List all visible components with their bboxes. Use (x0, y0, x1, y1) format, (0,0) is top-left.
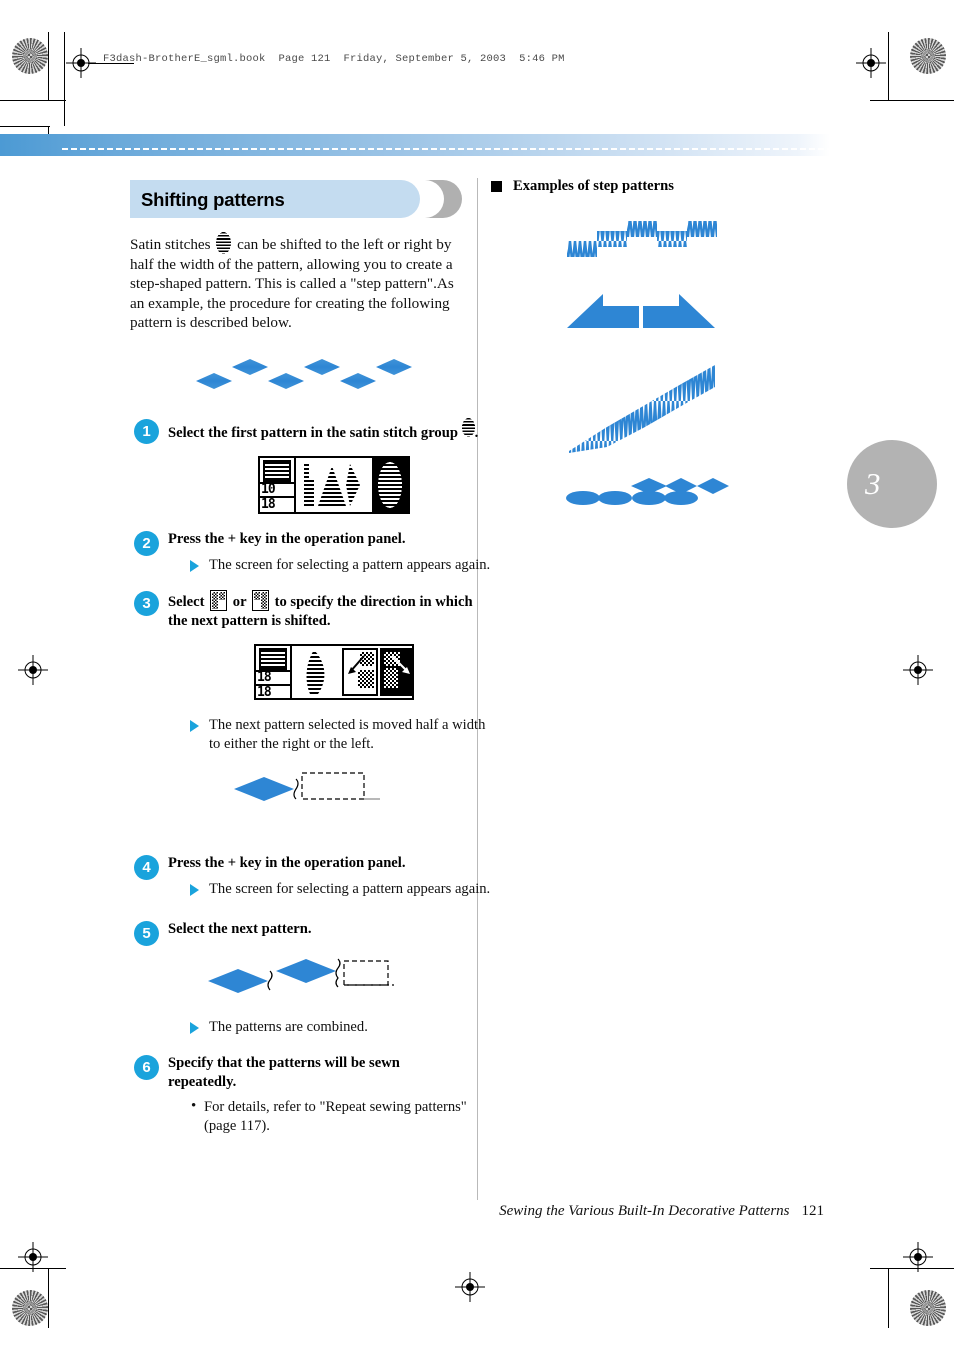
page-title: Shifting patterns (141, 189, 285, 210)
intro-text-before: Satin stitches (130, 236, 211, 253)
crop-mark-h1 (0, 100, 66, 101)
registration-target-left-middle (18, 655, 48, 685)
crop-mark-h3 (870, 100, 954, 101)
lcd-1-number-bottom: 18 (261, 497, 276, 513)
step-6-note: For details, refer to "Repeat sewing pat… (190, 1097, 496, 1135)
lcd-1-selected-shape (378, 462, 402, 509)
registration-target-bottom-center (455, 1272, 485, 1302)
page-footer: Sewing the Various Built-In Decorative P… (0, 1203, 824, 1220)
step-3-number: 3 (134, 591, 159, 617)
step-2: 2 Press the + key in the operation panel… (130, 530, 490, 574)
lcd-screen-2: 18 18 (254, 644, 414, 701)
lcd-1-selected-cell (372, 458, 408, 513)
top-band-dashed-line (62, 148, 830, 150)
result-triangle-icon (190, 1021, 199, 1034)
example-staircase-zigzag (565, 217, 789, 270)
lcd-2-selected-thumb (259, 648, 287, 671)
step-6-number: 6 (134, 1055, 159, 1081)
step-1: 1 Select the first pattern in the satin … (130, 417, 478, 515)
top-blue-band (0, 134, 830, 156)
example-diamond-oval-step (565, 472, 789, 513)
step-3-result: The next pattern selected is moved half … (190, 716, 491, 753)
step-1-title-text: Select the first pattern in the satin st… (168, 424, 458, 441)
crop-mark-h5 (870, 1268, 954, 1269)
shift-illustration-combined (206, 953, 478, 1002)
step-4: 4 Press the + key in the operation panel… (130, 854, 490, 898)
example-triangle-step (565, 286, 789, 337)
step-4-result-text: The screen for selecting a pattern appea… (209, 880, 491, 897)
crop-mark-h2 (0, 126, 50, 127)
shift-left-icon[interactable] (210, 590, 228, 612)
lcd-2-shift-left-option[interactable] (342, 648, 378, 697)
result-triangle-icon (190, 720, 199, 733)
step-3-title-part2: or (232, 594, 247, 611)
lcd-1-pattern-group (304, 464, 360, 507)
registration-target-right-middle (903, 655, 933, 685)
section-heading: Shifting patterns (130, 180, 462, 218)
chapter-tab-number: 3 (865, 466, 881, 501)
step-6-title: Specify that the patterns will be sewn r… (168, 1055, 400, 1090)
step-5: 5 Select the next pattern. The patterns … (130, 920, 478, 1036)
registration-target-top-right (856, 48, 886, 78)
examples-heading-text: Examples of step patterns (513, 178, 674, 194)
step-3-title-part1: Select (168, 594, 205, 611)
example-diagonal-ascending (565, 361, 789, 462)
step-5-title: Select the next pattern. (168, 921, 312, 938)
crop-mark-h4 (0, 1268, 66, 1269)
lcd-2-pattern-leaf (306, 650, 325, 695)
lcd-2-number-top: 18 (257, 670, 272, 686)
registration-circle-bottom-left (12, 1290, 48, 1326)
step-2-result-text: The screen for selecting a pattern appea… (209, 556, 491, 573)
step-4-result: The screen for selecting a pattern appea… (190, 880, 491, 899)
step-pattern-illustration (190, 349, 478, 402)
examples-heading: Examples of step patterns (489, 177, 789, 195)
satin-stitch-icon (216, 232, 232, 254)
step-3-result-text: The next pattern selected is moved half … (209, 717, 486, 752)
result-triangle-icon (190, 883, 199, 896)
shift-illustration-single (230, 767, 478, 816)
result-triangle-icon (190, 559, 199, 572)
step-3-title: Select or to specify the direction in wh… (168, 590, 488, 630)
file-header-text: F3dash-BrotherE_sgml.book Page 121 Frida… (103, 53, 565, 65)
step-2-number: 2 (134, 531, 159, 557)
footer-page-number: 121 (801, 1203, 825, 1219)
lcd-1-selected-thumb (263, 460, 291, 483)
crop-mark-v5 (48, 1268, 49, 1328)
step-5-result: The patterns are combined. (190, 1018, 491, 1037)
step-5-number: 5 (134, 921, 159, 947)
step-1-title: Select the first pattern in the satin st… (168, 417, 488, 442)
left-column: Shifting patterns Satin stitches can be … (130, 180, 490, 1135)
step-6: 6 Specify that the patterns will be sewn… (130, 1054, 478, 1135)
lcd-screen-1: 10 18 (258, 456, 410, 515)
lcd-1-number-top: 10 (261, 482, 276, 498)
step-5-result-text: The patterns are combined. (209, 1018, 368, 1035)
satin-stitch-icon-small (461, 417, 475, 437)
footer-title: Sewing the Various Built-In Decorative P… (499, 1203, 790, 1219)
shift-right-icon[interactable] (251, 590, 269, 612)
step-2-title: Press the + key in the operation panel. (168, 531, 406, 548)
crop-mark-v2 (64, 32, 65, 126)
crop-mark-v6 (888, 1268, 889, 1328)
registration-circle-top-left (12, 38, 48, 74)
lcd-1-number-box: 10 18 (260, 458, 296, 513)
step-1-number: 1 (134, 418, 159, 444)
registration-circle-top-right (910, 38, 946, 74)
lcd-2-shift-right-option[interactable] (380, 648, 412, 697)
step-3: 3 Select or to specify the direction in … (130, 590, 485, 816)
lcd-2-number-box: 18 18 (256, 646, 292, 701)
right-column: Examples of step patterns (489, 177, 789, 513)
step-4-number: 4 (134, 855, 159, 881)
manual-page: F3dash-BrotherE_sgml.book Page 121 Frida… (0, 0, 954, 1351)
square-bullet-icon (491, 181, 502, 192)
chapter-tab: 3 (847, 440, 937, 528)
step-4-title: Press the + key in the operation panel. (168, 855, 406, 872)
crop-mark-v4 (888, 32, 889, 100)
step-2-result: The screen for selecting a pattern appea… (190, 556, 491, 575)
crop-mark-v1 (48, 32, 49, 100)
lcd-2-number-bottom: 18 (257, 685, 272, 701)
intro-paragraph: Satin stitches can be shifted to the lef… (130, 232, 462, 333)
step-1-title-period: . (474, 424, 479, 441)
registration-circle-bottom-right (910, 1290, 946, 1326)
